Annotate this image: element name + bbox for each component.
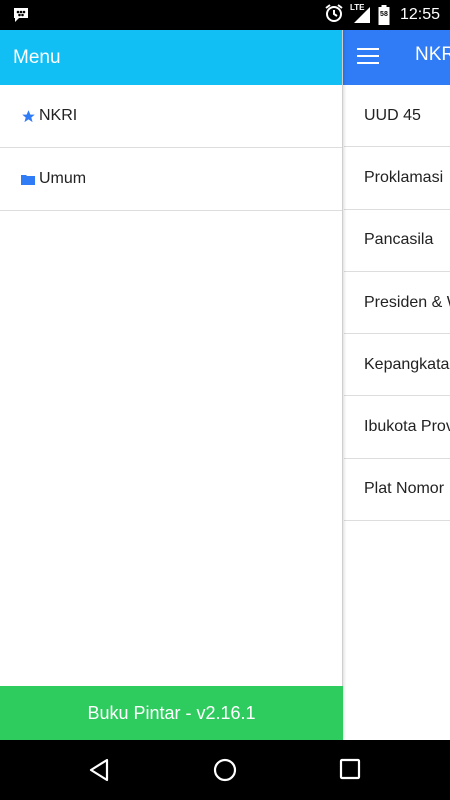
alarm-icon [324,3,344,28]
drawer-header: Menu [0,30,342,85]
recents-icon[interactable] [339,758,361,785]
signal-icon: LTE [350,3,372,25]
battery-level: 58 [380,11,388,18]
list-item[interactable]: Plat Nomor [344,459,450,522]
system-nav-bar [0,740,450,800]
app-version-footer: Buku Pintar - v2.16.1 [0,686,343,740]
list-item[interactable]: Ibukota Provinsi [344,396,450,459]
main-list: UUD 45 Proklamasi Pancasila Presiden & W… [344,85,450,522]
list-item[interactable]: Kepangkatan [344,334,450,397]
clock: 12:55 [399,6,440,23]
app-bar-title: NKRI [415,44,450,65]
list-item[interactable]: Pancasila [344,210,450,272]
navigation-drawer: Menu NKRI Umum Buku Pintar - v2.16.1 [0,30,343,740]
drawer-item-label: Umum [39,170,87,187]
home-icon[interactable] [213,758,237,787]
list-item[interactable]: UUD 45 [344,85,450,148]
star-icon [20,109,36,124]
list-item[interactable]: Presiden & Wakil [344,272,450,335]
folder-icon [20,173,36,185]
drawer-item-umum[interactable]: Umum [0,148,342,211]
drawer-item-label: NKRI [39,107,78,124]
back-icon[interactable] [88,758,110,787]
status-bar: LTE 58 12:55 [0,0,450,30]
menu-icon[interactable] [357,48,379,66]
list-item[interactable]: Proklamasi [344,147,450,210]
bbm-notification-icon [12,6,30,29]
drawer-item-nkri[interactable]: NKRI [0,85,342,148]
status-icons: LTE 58 12:55 [324,0,440,30]
battery-icon: 58 [378,5,390,25]
